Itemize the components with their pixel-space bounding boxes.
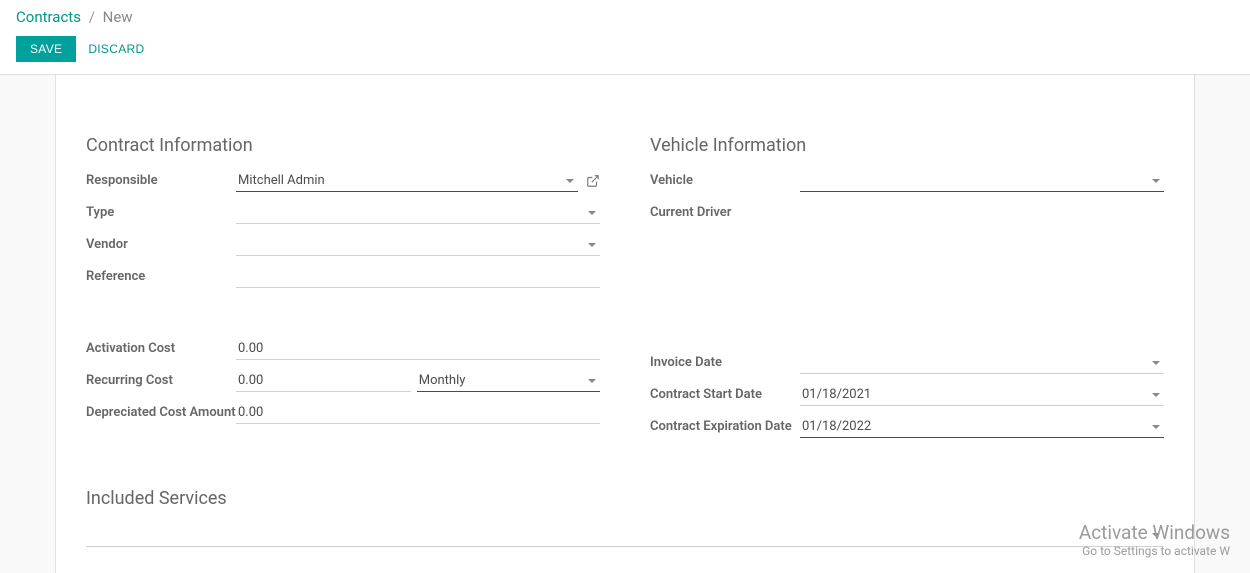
label-activation-cost: Activation Cost	[86, 338, 236, 356]
field-recurring-cost: Recurring Cost	[86, 370, 600, 396]
included-services-dropdown[interactable]	[86, 523, 1164, 547]
label-current-driver: Current Driver	[650, 202, 800, 220]
label-contract-start-date: Contract Start Date	[650, 384, 800, 402]
input-type[interactable]	[236, 202, 600, 224]
label-reference: Reference	[86, 266, 236, 284]
external-link-icon[interactable]	[586, 174, 600, 188]
label-type: Type	[86, 202, 236, 220]
field-contract-start-date: Contract Start Date	[650, 384, 1164, 410]
chevron-down-icon	[1152, 533, 1160, 537]
input-depreciated-cost[interactable]	[236, 402, 600, 424]
field-activation-cost: Activation Cost	[86, 338, 600, 364]
right-column: Vehicle Information Vehicle Current Driv…	[650, 135, 1164, 448]
breadcrumb-current: New	[103, 8, 133, 26]
input-vehicle[interactable]	[800, 170, 1164, 192]
field-reference: Reference	[86, 266, 600, 292]
save-button[interactable]: SAVE	[16, 36, 76, 62]
input-recurring-frequency[interactable]	[417, 370, 600, 392]
page-area: Contract Information Responsible	[0, 75, 1250, 573]
input-invoice-date[interactable]	[800, 352, 1164, 374]
discard-button[interactable]: DISCARD	[88, 42, 144, 56]
field-vendor: Vendor	[86, 234, 600, 260]
breadcrumb-parent[interactable]: Contracts	[16, 8, 81, 26]
field-depreciated-cost: Depreciated Cost Amount	[86, 402, 600, 428]
section-title-contract-info: Contract Information	[86, 135, 600, 156]
label-contract-expiration-date: Contract Expiration Date	[650, 416, 800, 434]
breadcrumb: Contracts / New	[16, 8, 1234, 26]
label-recurring-cost: Recurring Cost	[86, 370, 236, 388]
input-vendor[interactable]	[236, 234, 600, 256]
section-title-included-services: Included Services	[86, 488, 1164, 509]
section-title-vehicle-info: Vehicle Information	[650, 135, 1164, 156]
input-recurring-cost[interactable]	[236, 370, 411, 392]
field-contract-expiration-date: Contract Expiration Date	[650, 416, 1164, 442]
label-responsible: Responsible	[86, 170, 236, 188]
field-responsible: Responsible	[86, 170, 600, 196]
input-activation-cost[interactable]	[236, 338, 600, 360]
left-column: Contract Information Responsible	[86, 135, 600, 448]
input-contract-start-date[interactable]	[800, 384, 1164, 406]
field-type: Type	[86, 202, 600, 228]
input-reference[interactable]	[236, 266, 600, 288]
input-responsible[interactable]	[236, 170, 578, 192]
field-current-driver: Current Driver	[650, 202, 1164, 228]
breadcrumb-separator: /	[89, 8, 95, 26]
form-sheet: Contract Information Responsible	[55, 75, 1195, 573]
label-vehicle: Vehicle	[650, 170, 800, 188]
top-bar: Contracts / New SAVE DISCARD	[0, 0, 1250, 75]
label-vendor: Vendor	[86, 234, 236, 252]
field-invoice-date: Invoice Date	[650, 352, 1164, 378]
field-vehicle: Vehicle	[650, 170, 1164, 196]
input-contract-expiration-date[interactable]	[800, 416, 1164, 438]
label-invoice-date: Invoice Date	[650, 352, 800, 370]
label-depreciated-cost: Depreciated Cost Amount	[86, 402, 236, 420]
action-bar: SAVE DISCARD	[16, 36, 1234, 62]
